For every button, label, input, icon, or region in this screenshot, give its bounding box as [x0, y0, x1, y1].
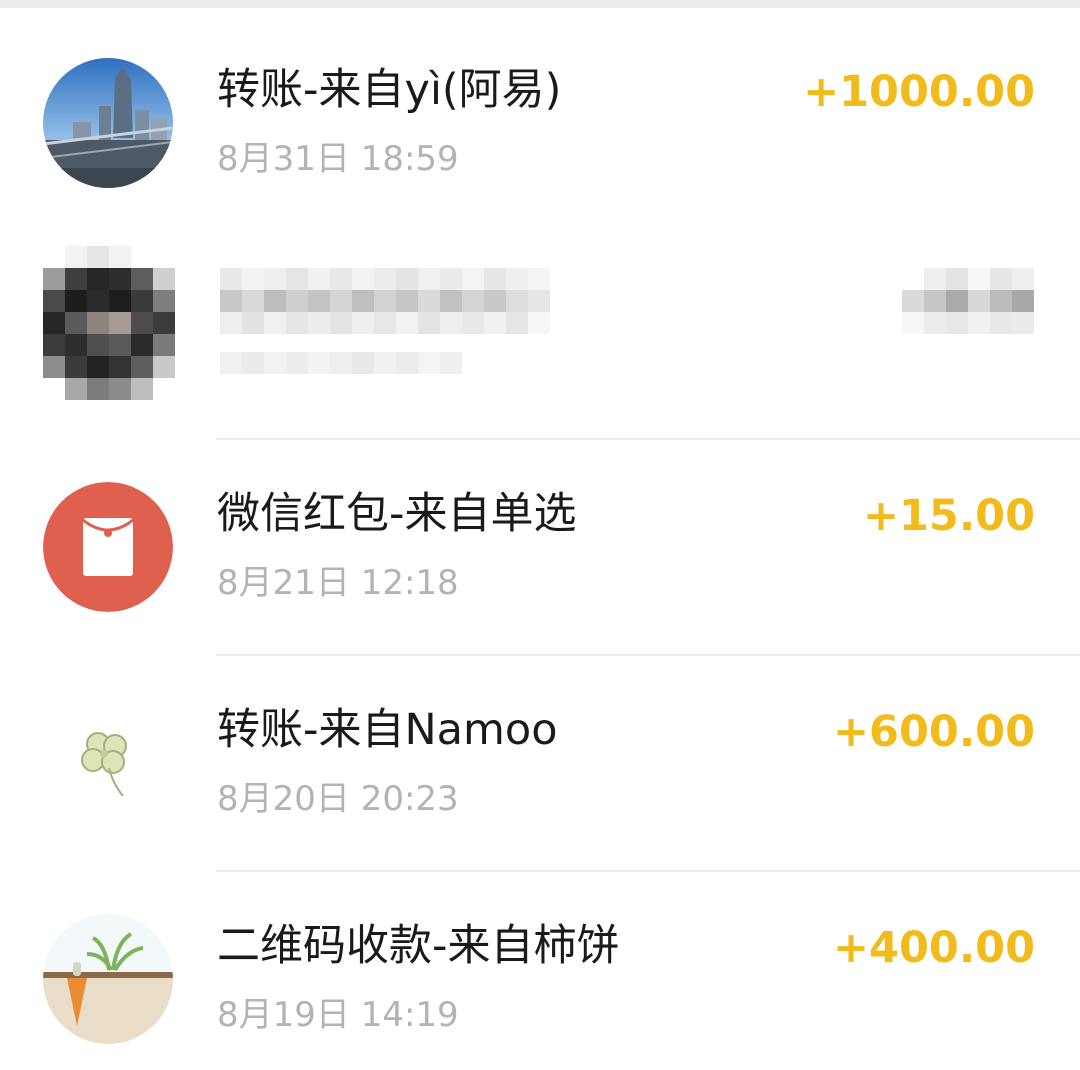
transaction-amount: +15.00: [862, 491, 1035, 541]
red-envelope-icon: [43, 482, 173, 612]
transaction-time: 8月20日 20:23: [217, 779, 459, 819]
transaction-amount: +600.00: [833, 707, 1035, 757]
transaction-list-page: 转账-来自yì(阿易) 8月31日 18:59 +1000.00 微信红包-来自…: [0, 0, 1080, 1070]
transaction-row[interactable]: 微信红包-来自单选 8月21日 12:18 +15.00: [0, 440, 1080, 656]
transaction-title: 二维码收款-来自柿饼: [217, 921, 620, 971]
transaction-title: 微信红包-来自单选: [217, 489, 577, 539]
transaction-row[interactable]: 转账-来自Namoo 8月20日 20:23 +600.00: [0, 656, 1080, 872]
city-skyline-avatar: [43, 58, 173, 188]
transaction-title: 转账-来自yì(阿易): [217, 65, 562, 115]
transaction-amount: +400.00: [833, 923, 1035, 973]
transaction-row[interactable]: 转账-来自yì(阿易) 8月31日 18:59 +1000.00: [0, 8, 1080, 224]
transaction-row-redacted[interactable]: [0, 224, 1080, 440]
transaction-time: 8月19日 14:19: [217, 995, 459, 1035]
pixelated-amount: [902, 268, 1034, 334]
transaction-row[interactable]: 二维码收款-来自柿饼 8月19日 14:19 +400.00: [0, 872, 1080, 1070]
transaction-title: 转账-来自Namoo: [217, 705, 558, 755]
clover-avatar: [43, 698, 173, 828]
transaction-time: 8月31日 18:59: [217, 139, 459, 179]
transaction-amount: +1000.00: [803, 67, 1035, 117]
pixelated-title: [220, 268, 550, 334]
pixelated-avatar: [43, 246, 175, 400]
pixelated-time: [220, 352, 462, 374]
transaction-time: 8月21日 12:18: [217, 563, 459, 603]
carrot-avatar: [43, 914, 173, 1044]
top-edge: [0, 0, 1080, 8]
